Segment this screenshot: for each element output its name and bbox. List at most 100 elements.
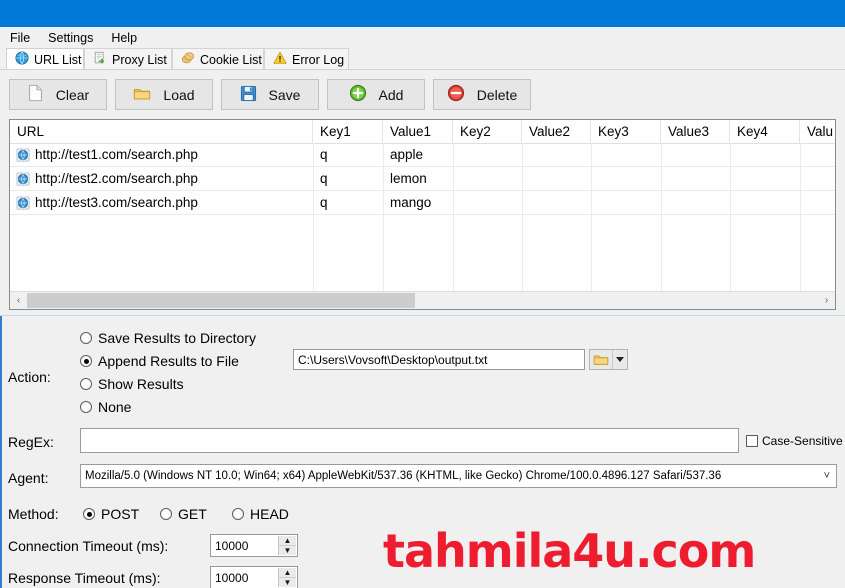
radio-method-get[interactable]: GET: [160, 506, 207, 522]
radio-indicator: [80, 355, 92, 367]
blank-page-icon: [27, 84, 44, 105]
cell-url: http://test2.com/search.php: [10, 167, 313, 190]
table-header-row: URL Key1 Value1 Key2 Value2 Key3 Value3 …: [10, 120, 835, 144]
cell-value2: [522, 167, 591, 190]
table-row[interactable]: http://test2.com/search.php q lemon: [10, 167, 835, 191]
cell-key4: [730, 167, 800, 190]
column-header-value3[interactable]: Value3: [661, 120, 730, 143]
regex-input[interactable]: [80, 428, 739, 453]
response-timeout-value: 10000: [215, 570, 249, 585]
radio-save-to-directory[interactable]: Save Results to Directory: [80, 330, 256, 346]
radio-method-post[interactable]: POST: [83, 506, 139, 522]
tab-error-log[interactable]: Error Log: [264, 48, 349, 70]
menu-bar: File Settings Help: [0, 27, 845, 48]
cell-url-text: http://test1.com/search.php: [35, 147, 198, 162]
load-button[interactable]: Load: [115, 79, 213, 110]
green-plus-icon: [349, 84, 367, 105]
response-timeout-label: Response Timeout (ms):: [8, 570, 161, 586]
radio-indicator: [80, 332, 92, 344]
radio-indicator: [232, 508, 244, 520]
warning-triangle-icon: [273, 51, 287, 68]
column-header-key1[interactable]: Key1: [313, 120, 383, 143]
method-label: Method:: [8, 506, 59, 522]
red-minus-icon: [447, 84, 465, 105]
radio-label: None: [98, 399, 132, 415]
cookie-icon: [181, 51, 195, 68]
url-list-table[interactable]: URL Key1 Value1 Key2 Value2 Key3 Value3 …: [9, 119, 836, 310]
scroll-right-arrow[interactable]: ›: [818, 292, 835, 309]
cell-value4: [800, 191, 835, 214]
cell-key2: [453, 167, 522, 190]
connection-timeout-value: 10000: [215, 538, 249, 553]
checkbox-indicator: [746, 435, 758, 447]
delete-button[interactable]: Delete: [433, 79, 531, 110]
tab-proxy-list[interactable]: Proxy List: [84, 48, 172, 70]
menu-item-help[interactable]: Help: [109, 29, 145, 47]
column-header-key3[interactable]: Key3: [591, 120, 661, 143]
radio-indicator: [80, 378, 92, 390]
cell-value3: [661, 167, 730, 190]
add-button[interactable]: Add: [327, 79, 425, 110]
connection-timeout-stepper[interactable]: ▲ ▼: [278, 536, 296, 555]
menu-item-file[interactable]: File: [8, 29, 38, 47]
radio-label: HEAD: [250, 506, 289, 522]
table-row[interactable]: http://test3.com/search.php q mango: [10, 191, 835, 215]
column-header-url[interactable]: URL: [10, 120, 313, 143]
horizontal-scrollbar[interactable]: ‹ ›: [10, 291, 835, 309]
column-header-key4[interactable]: Key4: [730, 120, 800, 143]
radio-indicator: [80, 401, 92, 413]
stepper-down-icon[interactable]: ▼: [279, 546, 296, 555]
chevron-down-icon[interactable]: [613, 357, 627, 362]
column-header-value4[interactable]: Valu: [800, 120, 835, 143]
cell-key1: q: [320, 147, 328, 162]
response-timeout-stepper[interactable]: ▲ ▼: [278, 568, 296, 587]
case-sensitive-checkbox[interactable]: Case-Sensitive: [746, 434, 843, 448]
stepper-up-icon[interactable]: ▲: [279, 536, 296, 546]
menu-item-settings[interactable]: Settings: [46, 29, 101, 47]
scrollbar-thumb[interactable]: [27, 293, 415, 308]
browse-path-button[interactable]: [589, 349, 628, 370]
cell-key1: q: [320, 171, 328, 186]
cell-url-text: http://test2.com/search.php: [35, 171, 198, 186]
stepper-down-icon[interactable]: ▼: [279, 578, 296, 587]
cell-value1: lemon: [390, 171, 427, 186]
cell-key4: [730, 191, 800, 214]
chevron-down-icon[interactable]: ˅: [824, 470, 830, 482]
connection-timeout-label: Connection Timeout (ms):: [8, 538, 169, 554]
tab-label: Cookie List: [200, 52, 262, 67]
folder-icon: [590, 353, 612, 366]
table-row[interactable]: http://test1.com/search.php q apple: [10, 143, 835, 167]
column-header-value2[interactable]: Value2: [522, 120, 591, 143]
column-header-value1[interactable]: Value1: [383, 120, 453, 143]
scroll-left-arrow[interactable]: ‹: [10, 292, 27, 309]
cell-key3: [591, 143, 661, 166]
save-button[interactable]: Save: [221, 79, 319, 110]
agent-combobox[interactable]: Mozilla/5.0 (Windows NT 10.0; Win64; x64…: [80, 464, 837, 488]
load-button-label: Load: [163, 86, 195, 103]
cell-key2: [453, 143, 522, 166]
clear-button[interactable]: Clear: [9, 79, 107, 110]
title-bar: [0, 0, 845, 27]
radio-method-head[interactable]: HEAD: [232, 506, 289, 522]
output-path-input[interactable]: C:\Users\Vovsoft\Desktop\output.txt: [293, 349, 585, 370]
globe-icon: [16, 147, 30, 162]
connection-timeout-input[interactable]: 10000 ▲ ▼: [210, 534, 298, 557]
tab-cookie-list[interactable]: Cookie List: [172, 48, 264, 70]
folder-icon: [133, 86, 151, 104]
radio-none[interactable]: None: [80, 399, 131, 415]
radio-label: Show Results: [98, 376, 184, 392]
stepper-up-icon[interactable]: ▲: [279, 568, 296, 578]
response-timeout-input[interactable]: 10000 ▲ ▼: [210, 566, 298, 588]
radio-show-results[interactable]: Show Results: [80, 376, 184, 392]
radio-append-to-file[interactable]: Append Results to File: [80, 353, 239, 369]
tab-url-list[interactable]: URL List: [6, 48, 84, 70]
column-header-key2[interactable]: Key2: [453, 120, 522, 143]
agent-label: Agent:: [8, 470, 49, 486]
cell-value3: [661, 191, 730, 214]
clear-button-label: Clear: [55, 86, 90, 103]
radio-indicator: [160, 508, 172, 520]
cell-url: http://test1.com/search.php: [10, 143, 313, 166]
cell-key1: q: [320, 195, 328, 210]
tab-label: Error Log: [292, 52, 345, 67]
tab-label: Proxy List: [112, 52, 167, 67]
